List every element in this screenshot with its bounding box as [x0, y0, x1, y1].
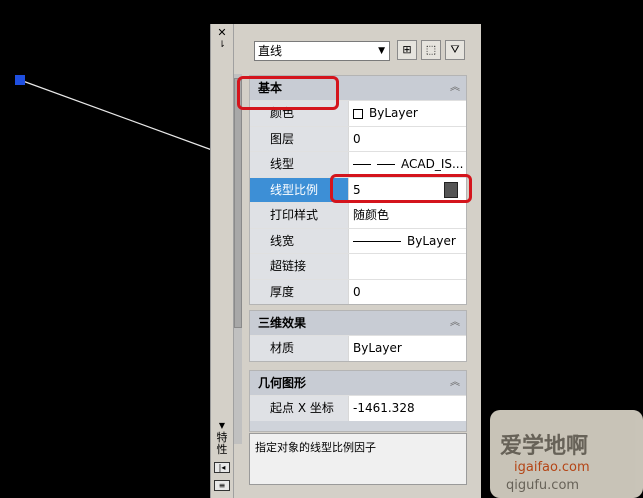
watermark-subdomain: qigufu.com — [506, 478, 580, 493]
linetype-preview-icon — [353, 164, 371, 165]
scrollbar-thumb[interactable] — [234, 78, 242, 328]
property-description: 指定对象的线型比例因子 — [249, 433, 467, 485]
annotation-highlight-linetype-scale — [330, 174, 472, 203]
property-label: 线宽 — [250, 228, 348, 253]
watermark-domain: igaifao.com — [514, 460, 590, 475]
palette-menu-icon[interactable]: ≡ — [214, 480, 230, 491]
chevron-down-icon: ▼ — [378, 46, 385, 56]
color-swatch-icon — [353, 108, 363, 119]
property-row-start-x[interactable]: 起点 X 坐标 -1461.328 — [250, 395, 466, 421]
property-row-lineweight[interactable]: 线宽 ByLayer — [250, 227, 466, 253]
lineweight-value: ByLayer — [407, 233, 456, 248]
section-title: 几何图形 — [258, 376, 307, 390]
property-label: 图层 — [250, 126, 348, 151]
property-value[interactable]: 0 — [348, 279, 466, 304]
auto-hide-icon[interactable]: ⇂ — [211, 40, 233, 51]
section-header-geometry[interactable]: 几何图形 ︽ — [250, 371, 466, 395]
property-row-hyperlink[interactable]: 超链接 — [250, 253, 466, 279]
property-row-layer[interactable]: 图层 0 — [250, 125, 466, 151]
object-type-dropdown[interactable]: 直线 ▼ — [254, 41, 390, 61]
palette-title: 特性 — [216, 431, 228, 456]
color-value: ByLayer — [369, 106, 418, 120]
line-grip-handle[interactable] — [15, 75, 25, 85]
property-row-thickness[interactable]: 厚度 0 — [250, 278, 466, 304]
toggle-pickadd-button[interactable]: ⊞ — [397, 40, 417, 60]
property-label: 打印样式 — [250, 203, 348, 228]
collapse-icon[interactable]: ︽ — [450, 311, 460, 335]
scrollbar[interactable] — [234, 74, 242, 444]
chevron-down-icon[interactable]: ▼ — [211, 420, 233, 431]
property-label: 起点 X 坐标 — [250, 396, 348, 421]
section-geometry: 几何图形 ︽ 起点 X 坐标 -1461.328 — [249, 370, 467, 432]
linetype-value: ACAD_IS... — [401, 157, 464, 171]
property-label: 材质 — [250, 336, 348, 361]
watermark-brand: 爱学地啊 — [500, 434, 589, 459]
section-header-3d[interactable]: 三维效果 ︽ — [250, 311, 466, 335]
object-type-value: 直线 — [258, 44, 283, 58]
lineweight-preview-icon — [353, 240, 401, 242]
property-value[interactable] — [348, 254, 466, 279]
collapse-icon[interactable]: ︽ — [450, 371, 460, 395]
palette-titlebar[interactable]: ✕ ⇂ ▼ 特性 |◂ ≡ — [211, 24, 234, 498]
linetype-preview-icon — [377, 164, 395, 165]
property-value[interactable]: -1461.328 — [348, 396, 466, 421]
section-3d-visualization: 三维效果 ︽ 材质 ByLayer — [249, 310, 467, 362]
watermark: 爱学地啊 igaifao.com qigufu.com — [490, 410, 643, 498]
close-icon[interactable]: ✕ — [211, 27, 233, 38]
property-row-linetype[interactable]: 线型 ACAD_IS... — [250, 151, 466, 177]
property-value[interactable]: ACAD_IS... — [348, 152, 466, 177]
property-value[interactable]: ByLayer — [348, 228, 466, 253]
property-value[interactable]: 0 — [348, 126, 466, 151]
select-objects-button[interactable]: ⬚ — [421, 40, 441, 60]
property-label: 超链接 — [250, 254, 348, 279]
property-label: 线型 — [250, 152, 348, 177]
section-title: 三维效果 — [258, 316, 307, 330]
palette-options-icon[interactable]: |◂ — [214, 462, 230, 473]
collapse-icon[interactable]: ︽ — [450, 76, 460, 100]
annotation-highlight-general — [237, 76, 339, 110]
property-label: 厚度 — [250, 279, 348, 304]
quick-select-button[interactable]: ⛛ — [445, 40, 465, 60]
property-row-plot-style[interactable]: 打印样式 随颜色 — [250, 202, 466, 228]
property-row-material[interactable]: 材质 ByLayer — [250, 335, 466, 361]
property-value[interactable]: ByLayer — [348, 336, 466, 361]
property-value[interactable]: ByLayer — [348, 101, 466, 126]
property-value[interactable]: 随颜色 — [348, 203, 466, 228]
